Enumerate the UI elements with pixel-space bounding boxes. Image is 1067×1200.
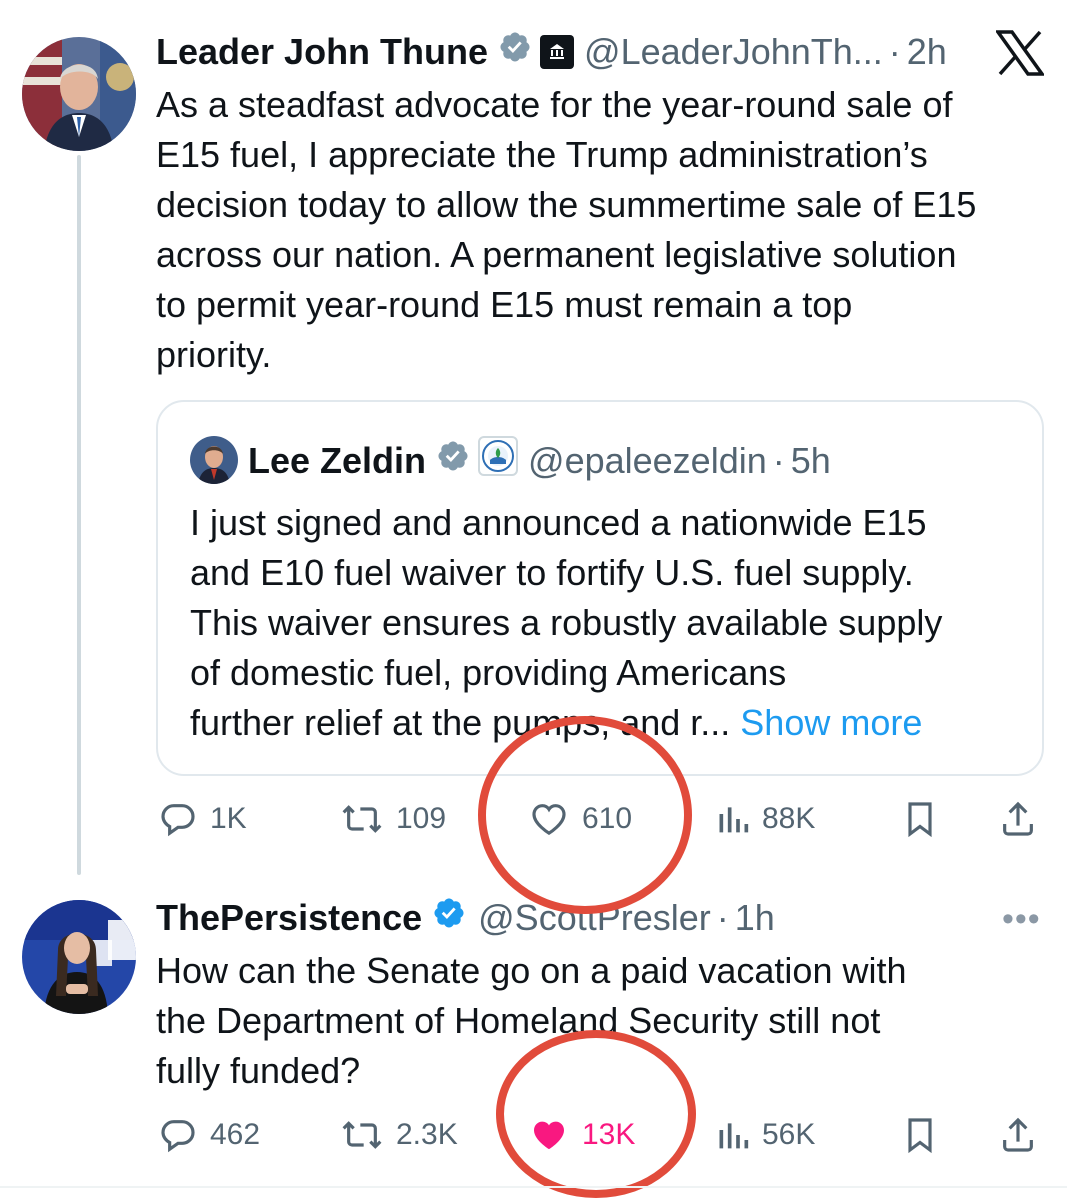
handle[interactable]: @ScottPresler <box>478 896 711 940</box>
repost-icon <box>342 805 382 833</box>
like-count: 610 <box>582 802 633 835</box>
quote-header: Lee Zeldin @epaleezeldin · 5h <box>248 436 831 486</box>
avatar-thepersistence[interactable] <box>22 900 136 1014</box>
display-name[interactable]: ThePersistence <box>156 896 422 940</box>
tweet-text: How can the Senate go on a paid vacation… <box>156 950 907 1091</box>
share-icon <box>1003 1117 1033 1152</box>
bookmark-icon <box>908 1118 932 1154</box>
avatar-leader-john-thune[interactable] <box>22 37 136 151</box>
views-count: 56K <box>762 1118 816 1151</box>
views-button[interactable]: 56K <box>716 1110 815 1160</box>
like-count: 13K <box>582 1118 636 1151</box>
repost-icon <box>342 1121 382 1149</box>
tweet-actions-bar: 1K 109 610 88K <box>156 794 1046 844</box>
reply-button[interactable]: 462 <box>158 1110 260 1160</box>
epa-seal-icon <box>478 436 519 486</box>
more-options-button[interactable]: ••• <box>1002 900 1041 939</box>
share-button[interactable] <box>998 794 1038 844</box>
share-icon <box>1003 801 1033 836</box>
verified-badge-icon <box>498 30 532 74</box>
display-name[interactable]: Leader John Thune <box>156 30 488 74</box>
separator-dot: · <box>772 440 785 481</box>
reply-icon <box>161 1120 195 1153</box>
avatar-lee-zeldin <box>190 436 238 484</box>
tweet-actions-bar: 462 2.3K 13K 56K <box>156 1110 1046 1160</box>
thread-connector-line <box>77 155 81 875</box>
separator-dot: · <box>716 897 729 938</box>
government-affiliation-icon <box>540 35 575 69</box>
verified-badge-icon <box>436 439 470 483</box>
separator-dot: · <box>888 31 901 72</box>
heart-icon <box>532 804 566 836</box>
x-logo-icon <box>994 30 1046 81</box>
bookmark-button[interactable] <box>902 794 938 844</box>
quote-timestamp: 5h <box>790 440 831 481</box>
tweet-header: Leader John Thune @LeaderJohnTh... · 2h <box>156 30 947 74</box>
verified-badge-icon <box>432 896 466 940</box>
bookmark-button[interactable] <box>902 1110 938 1160</box>
repost-button[interactable]: 109 <box>340 794 446 844</box>
like-button[interactable]: 610 <box>528 794 632 844</box>
heart-filled-icon <box>534 1121 564 1150</box>
show-more-link[interactable]: Show more <box>740 702 922 743</box>
tweet-text: As a steadfast advocate for the year-rou… <box>156 84 977 375</box>
quoted-tweet-card[interactable]: Lee Zeldin @epaleezeldin · 5h I just sig… <box>156 400 1044 776</box>
quote-display-name: Lee Zeldin <box>248 440 427 481</box>
divider <box>0 1186 1067 1188</box>
timestamp[interactable]: 1h <box>735 896 775 940</box>
share-button[interactable] <box>998 1110 1038 1160</box>
reply-count: 462 <box>210 1118 261 1151</box>
views-count: 88K <box>762 802 816 835</box>
like-button-active[interactable]: 13K <box>528 1110 635 1160</box>
reply-count: 1K <box>210 802 247 835</box>
repost-count: 2.3K <box>396 1118 458 1151</box>
timestamp[interactable]: 2h <box>907 30 947 74</box>
handle[interactable]: @LeaderJohnTh... <box>584 30 883 74</box>
quote-handle: @epaleezeldin <box>528 440 767 481</box>
quote-text: I just signed and announced a nationwide… <box>190 498 1030 748</box>
tweet-header: ThePersistence @ScottPresler · 1h <box>156 896 775 940</box>
views-button[interactable]: 88K <box>716 794 815 844</box>
reply-button[interactable]: 1K <box>158 794 247 844</box>
reply-icon <box>161 804 195 837</box>
bookmark-icon <box>908 802 932 838</box>
views-icon <box>719 1123 749 1149</box>
views-icon <box>719 807 749 833</box>
repost-count: 109 <box>396 802 447 835</box>
repost-button[interactable]: 2.3K <box>340 1110 458 1160</box>
